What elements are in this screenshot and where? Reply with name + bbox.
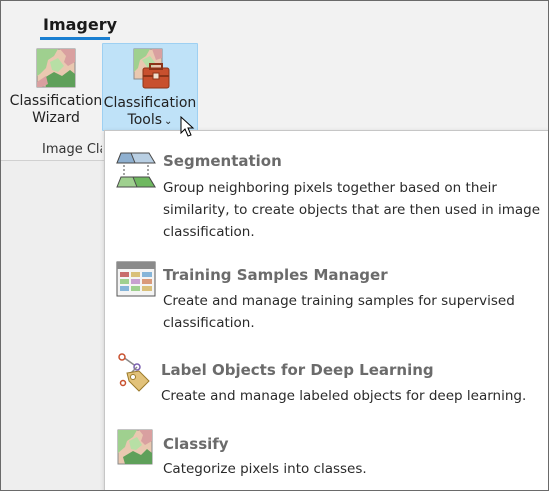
menu-item-segmentation[interactable]: Segmentation Group neighboring pixels to… (105, 137, 549, 241)
group-label-text: Image Cla (42, 142, 102, 157)
menu-item-description: Group neighboring pixels together based … (163, 180, 541, 240)
classify-map-icon (117, 429, 153, 465)
menu-item-title: Training Samples Manager (163, 266, 388, 284)
segmentation-icon (116, 152, 156, 188)
tab-active-underline (40, 37, 110, 40)
classification-tools-menu: Segmentation Group neighboring pixels to… (104, 130, 549, 491)
menu-item-description: Create and manage training samples for s… (163, 293, 515, 331)
menu-item-description: Categorize pixels into classes. (163, 461, 367, 477)
tools-label-line1: Classification (103, 95, 197, 111)
tools-label-text: Tools (127, 112, 163, 128)
wizard-label-line2: Wizard (32, 110, 80, 126)
classification-wizard-button[interactable]: Classification Wizard (9, 45, 103, 131)
mouse-pointer-icon (180, 116, 195, 137)
classification-toolbox-icon (133, 48, 170, 89)
wizard-label-line1: Classification (9, 93, 103, 109)
group-label-image-classification: Image Cla (2, 140, 102, 160)
classification-map-icon (36, 48, 76, 88)
menu-item-description: Create and manage labeled objects for de… (161, 388, 527, 404)
chevron-down-icon: ⌄ (164, 116, 173, 127)
menu-item-training-samples-manager[interactable]: Training Samples Manager Create and mana… (105, 253, 549, 341)
menu-item-label-objects-deep-learning[interactable]: Label Objects for Deep Learning Create a… (105, 349, 549, 421)
tab-imagery[interactable]: Imagery (43, 15, 117, 34)
menu-item-title: Classify (163, 435, 229, 453)
menu-item-classify[interactable]: Classify Categorize pixels into classes. (105, 423, 549, 487)
label-tag-icon (118, 353, 150, 392)
menu-item-title: Label Objects for Deep Learning (161, 361, 434, 379)
training-samples-table-icon (116, 261, 156, 297)
menu-item-title: Segmentation (163, 152, 282, 170)
group-divider (0, 160, 104, 161)
